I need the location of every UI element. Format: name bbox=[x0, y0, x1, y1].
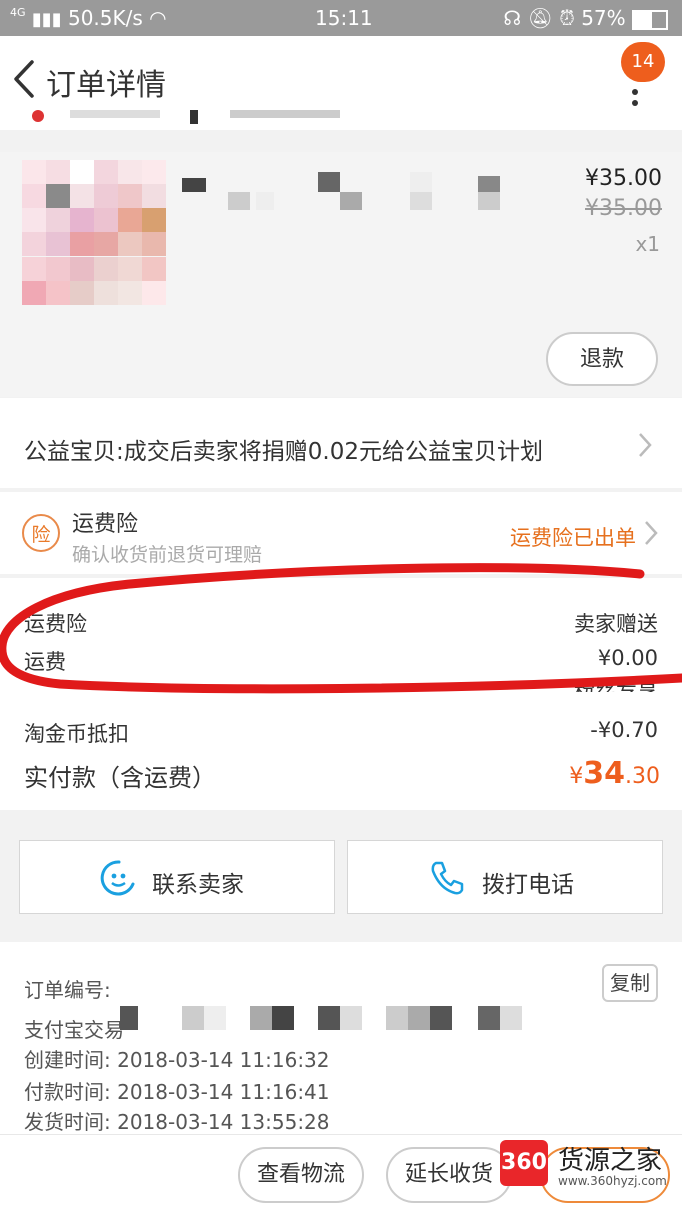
alarm-icon: ⏰︎ bbox=[559, 6, 575, 30]
shipped-time: 发货时间: 2018-03-14 13:55:28 bbox=[24, 1110, 330, 1134]
mute-icon: 🔕︎ bbox=[527, 6, 553, 30]
call-button[interactable]: 拨打电话 bbox=[347, 840, 663, 914]
coin-deduction-label: 淘金币抵扣 bbox=[24, 722, 129, 746]
chevron-right-icon bbox=[639, 433, 652, 457]
watermark: 360 货源之家 www.360hyzj.com bbox=[500, 1140, 682, 1200]
view-logistics-button[interactable]: 查看物流 bbox=[238, 1147, 364, 1203]
charity-text: 公益宝贝:成交后卖家将捐赠0.02元给公益宝贝计划 bbox=[24, 439, 543, 465]
status-bar: 4G ▮▮▮ 50.5K/s ◠ 15:11 ☊ 🔕︎ ⏰︎ 57% bbox=[0, 0, 682, 36]
clock: 15:11 bbox=[315, 6, 373, 30]
product-thumbnail[interactable] bbox=[22, 160, 166, 305]
blurred-product-name bbox=[182, 172, 500, 210]
headset-icon: ☊ bbox=[503, 6, 522, 30]
insurance-title: 运费险 bbox=[72, 512, 139, 537]
signal-icon: 4G bbox=[10, 6, 26, 19]
network-status: 4G ▮▮▮ 50.5K/s ◠ bbox=[10, 6, 167, 30]
network-speed: 50.5K/s bbox=[67, 6, 143, 30]
red-annotation-circle bbox=[0, 563, 682, 694]
shop-header-blurred bbox=[0, 110, 682, 130]
product-card[interactable]: ¥35.00 ¥35.00 x1 退款 bbox=[0, 152, 682, 397]
extend-receipt-button[interactable]: 延长收货 bbox=[386, 1147, 512, 1203]
created-time: 创建时间: 2018-03-14 11:16:32 bbox=[24, 1048, 330, 1072]
watermark-logo: 360 bbox=[500, 1140, 548, 1186]
total-amount: ¥34.30 bbox=[569, 756, 660, 791]
blurred-alipay-number bbox=[120, 1006, 522, 1030]
status-icons: ☊ 🔕︎ ⏰︎ 57% bbox=[503, 6, 668, 30]
insurance-status: 运费险已出单 bbox=[510, 526, 636, 550]
page-title: 订单详情 bbox=[46, 68, 166, 103]
paid-time: 付款时间: 2018-03-14 11:16:41 bbox=[24, 1080, 330, 1104]
alipay-label: 支付宝交易 bbox=[24, 1018, 124, 1042]
coin-deduction-value: -¥0.70 bbox=[590, 718, 658, 742]
order-number-label: 订单编号: bbox=[24, 978, 111, 1002]
contact-seller-label: 联系卖家 bbox=[152, 872, 244, 898]
blurred-shop-name bbox=[32, 110, 340, 124]
contact-seller-button[interactable]: 联系卖家 bbox=[19, 840, 335, 914]
insurance-icon: 险 bbox=[22, 514, 60, 552]
back-arrow-icon[interactable] bbox=[10, 56, 40, 102]
phone-icon bbox=[431, 861, 464, 895]
chat-face-icon bbox=[100, 860, 135, 896]
copy-button[interactable]: 复制 bbox=[602, 964, 658, 1002]
total-label: 实付款（含运费） bbox=[24, 764, 216, 792]
product-quantity: x1 bbox=[635, 232, 660, 256]
wifi-icon: ◠ bbox=[149, 6, 167, 30]
call-label: 拨打电话 bbox=[482, 872, 574, 898]
charity-row[interactable]: 公益宝贝:成交后卖家将捐赠0.02元给公益宝贝计划 bbox=[0, 398, 682, 488]
chevron-right-icon bbox=[645, 521, 658, 545]
watermark-name: 货源之家 bbox=[558, 1146, 663, 1176]
product-price: ¥35.00 bbox=[585, 166, 662, 191]
product-original-price: ¥35.00 bbox=[585, 196, 662, 221]
battery-percent: 57% bbox=[581, 6, 626, 30]
refund-button[interactable]: 退款 bbox=[546, 332, 658, 386]
battery-icon bbox=[632, 9, 668, 30]
watermark-url: www.360hyzj.com bbox=[558, 1174, 667, 1188]
